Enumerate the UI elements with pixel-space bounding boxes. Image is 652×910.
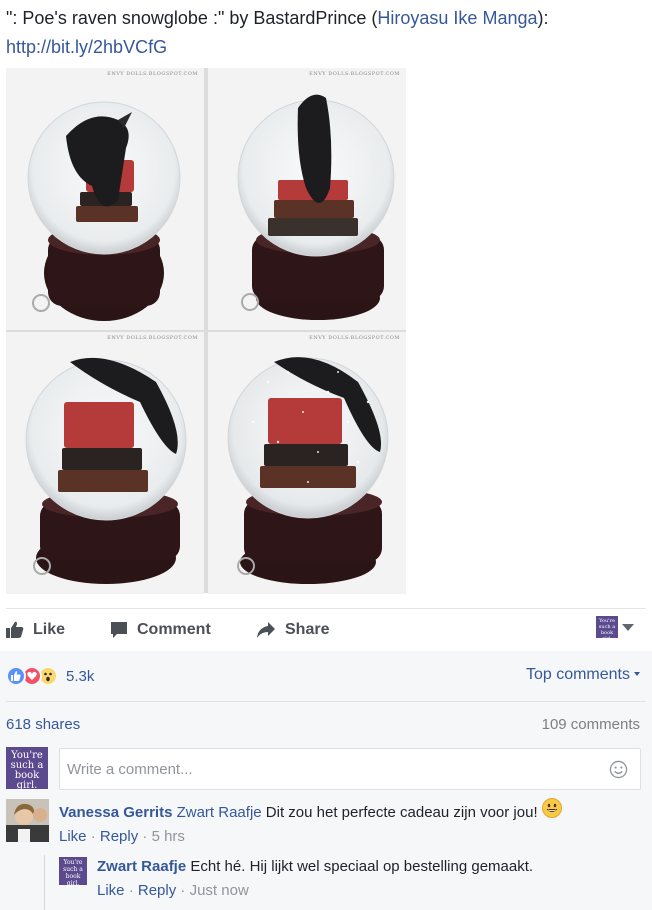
- comment-timestamp[interactable]: 5 hrs: [152, 828, 185, 845]
- avatar[interactable]: [6, 799, 49, 842]
- comment-like-link[interactable]: Like: [59, 828, 87, 845]
- reaction-summary[interactable]: 5.3k: [6, 664, 94, 688]
- share-arrow-icon: [256, 621, 276, 639]
- author-page-link[interactable]: Hiroyasu Ike Manga: [377, 8, 537, 28]
- reply-text: Echt hé. Hij lijkt wel speciaal op beste…: [190, 858, 534, 875]
- page-avatar: You're such a book girl.: [596, 616, 618, 638]
- post-text: ": Poe's raven snowglobe :" by BastardPr…: [6, 4, 646, 62]
- photo-grid[interactable]: ENVY DOLLS.BLOGSPOT.COM ENVY DOLLS.BLOGS…: [6, 68, 406, 594]
- reply-timestamp[interactable]: Just now: [190, 882, 249, 899]
- comment: Vanessa Gerrits Zwart Raafje Dit zou het…: [59, 798, 649, 824]
- comment-author-link[interactable]: Vanessa Gerrits: [59, 804, 172, 821]
- comment-label: Comment: [137, 621, 211, 638]
- chevron-down-icon: [622, 623, 634, 631]
- reply-page-avatar[interactable]: You're such a book girl.: [59, 857, 87, 887]
- comment-meta: Like · Reply · 5 hrs: [59, 828, 185, 845]
- comment-button[interactable]: Comment: [110, 618, 211, 642]
- shares-count-link[interactable]: 618 shares: [6, 716, 80, 733]
- like-button[interactable]: Like: [6, 618, 65, 642]
- comment-order-label: Top comments: [525, 666, 630, 683]
- thumbs-up-icon: [6, 621, 24, 639]
- page-identity-switcher[interactable]: You're such a book girl.: [596, 616, 634, 638]
- share-button[interactable]: Share: [256, 618, 329, 642]
- photo-snowglobe-4[interactable]: ENVY DOLLS.BLOGSPOT.COM: [208, 332, 406, 594]
- photo-watermark: ENVY DOLLS.BLOGSPOT.COM: [309, 71, 400, 77]
- reply-meta: Like · Reply · Just now: [97, 882, 249, 899]
- comments-count[interactable]: 109 comments: [542, 716, 640, 733]
- post-text-prefix: ": Poe's raven snowglobe :" by BastardPr…: [6, 8, 378, 28]
- reaction-count: 5.3k: [66, 667, 95, 685]
- comment-order-dropdown[interactable]: Top comments: [526, 666, 640, 684]
- comment-text: Dit zou het perfecte cadeau zijn voor jo…: [265, 803, 538, 821]
- comment-input[interactable]: [67, 759, 587, 779]
- photo-watermark: ENVY DOLLS.BLOGSPOT.COM: [107, 335, 198, 341]
- post-action-bar: Like Comment Share You're such a book gi…: [0, 610, 652, 650]
- comment-composer[interactable]: [59, 748, 641, 790]
- reply-author-link[interactable]: Zwart Raafje: [97, 858, 186, 875]
- like-reaction-icon: [6, 666, 26, 686]
- photo-snowglobe-1[interactable]: ENVY DOLLS.BLOGSPOT.COM: [6, 68, 204, 330]
- comment-bubble-icon: [110, 621, 128, 639]
- comment-reply-link[interactable]: Reply: [100, 828, 138, 845]
- reply-comment: Zwart Raafje Echt hé. Hij lijkt wel spec…: [97, 857, 647, 877]
- divider: [6, 608, 646, 609]
- reply-reply-link[interactable]: Reply: [138, 882, 176, 899]
- smiley-emoji-icon: [541, 798, 562, 824]
- photo-watermark: ENVY DOLLS.BLOGSPOT.COM: [309, 335, 400, 341]
- reply-like-link[interactable]: Like: [97, 882, 125, 899]
- reply-thread-line: [44, 855, 45, 910]
- photo-snowglobe-2[interactable]: ENVY DOLLS.BLOGSPOT.COM: [208, 68, 406, 330]
- divider: [6, 701, 646, 702]
- chevron-down-icon: [634, 672, 640, 676]
- share-label: Share: [285, 621, 330, 638]
- post-text-suffix: ):: [537, 8, 549, 28]
- like-label: Like: [33, 621, 66, 638]
- emoji-picker-icon[interactable]: [609, 760, 628, 784]
- post-url-link[interactable]: http://bit.ly/2hbVCfG: [6, 37, 167, 57]
- commenter-page-avatar: You're such a book girl.: [6, 747, 48, 791]
- photo-snowglobe-3[interactable]: ENVY DOLLS.BLOGSPOT.COM: [6, 332, 204, 594]
- tagged-user-link[interactable]: Zwart Raafje: [177, 804, 262, 821]
- photo-watermark: ENVY DOLLS.BLOGSPOT.COM: [107, 71, 198, 77]
